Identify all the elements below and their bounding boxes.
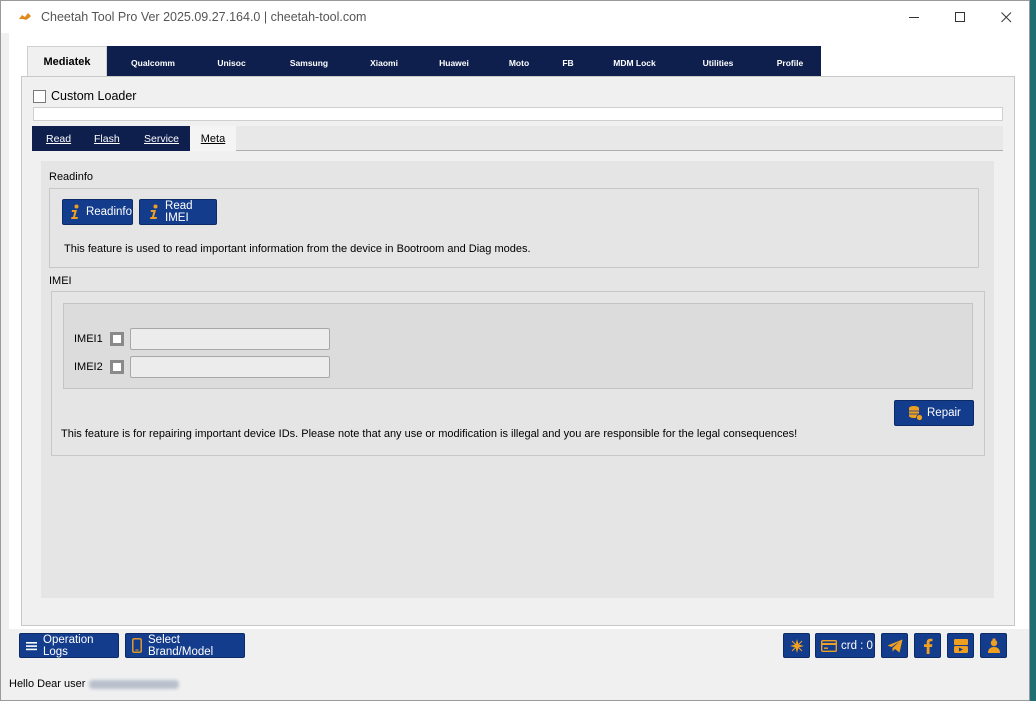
tab-mdm-lock[interactable]: MDM Lock — [592, 54, 677, 68]
imei-section-label: IMEI — [49, 275, 72, 287]
app-window: Cheetah Tool Pro Ver 2025.09.27.164.0 | … — [0, 0, 1030, 701]
read-imei-button-label: Read IMEI — [165, 200, 193, 224]
readinfo-button[interactable]: Readinfo — [62, 199, 133, 225]
imei2-input[interactable] — [130, 356, 330, 378]
brand-tabbar: Mediatek Qualcomm Unisoc Samsung Xiaomi … — [27, 46, 821, 76]
list-icon — [26, 641, 37, 651]
facebook-button[interactable] — [914, 633, 941, 658]
custom-loader-checkbox[interactable] — [33, 89, 46, 103]
credits-button[interactable]: crd : 0 — [815, 633, 875, 658]
maximize-button[interactable] — [937, 1, 983, 33]
tab-profile[interactable]: Profile — [759, 54, 821, 68]
bottom-toolbar: Operation Logs Select Brand/Model crd : … — [19, 633, 1009, 659]
readinfo-group: Readinfo Read IMEI This feature is used … — [49, 188, 979, 268]
imei1-label: IMEI1 — [74, 333, 103, 345]
minimize-icon — [908, 16, 919, 18]
cheetah-logo-icon — [17, 9, 33, 25]
readinfo-section-label: Readinfo — [49, 171, 94, 183]
tab-moto[interactable]: Moto — [494, 54, 544, 68]
credits-label: crd : 0 — [841, 639, 873, 652]
repair-button-label: Repair — [927, 407, 961, 419]
minimize-button[interactable] — [891, 1, 937, 33]
sub-tabbar: Read Flash Service Meta — [32, 126, 1003, 151]
tab-fb[interactable]: FB — [544, 54, 592, 68]
window-title: Cheetah Tool Pro Ver 2025.09.27.164.0 | … — [41, 10, 367, 24]
imei1-checkbox[interactable] — [110, 332, 124, 346]
repair-button[interactable]: Repair — [894, 400, 974, 426]
telegram-button[interactable] — [881, 633, 908, 658]
maximize-icon — [954, 11, 965, 22]
title-bar[interactable]: Cheetah Tool Pro Ver 2025.09.27.164.0 | … — [1, 1, 1029, 33]
read-imei-button[interactable]: Read IMEI — [139, 199, 217, 225]
support-agent-icon — [986, 638, 1002, 654]
tab-utilities[interactable]: Utilities — [677, 54, 759, 68]
status-greeting: Hello Dear user — [9, 678, 86, 690]
facebook-icon — [923, 638, 933, 654]
select-brand-model-label: Select Brand/Model — [148, 633, 214, 658]
custom-loader-label: Custom Loader — [51, 89, 137, 103]
tab-huawei[interactable]: Huawei — [414, 54, 494, 68]
main-area: Mediatek Qualcomm Unisoc Samsung Xiaomi … — [9, 33, 1029, 629]
imei-description: This feature is for repairing important … — [61, 428, 798, 440]
close-icon — [1000, 11, 1011, 22]
status-bar: Hello Dear user — [9, 678, 180, 690]
operation-logs-button[interactable]: Operation Logs — [19, 633, 119, 658]
support-agent-button[interactable] — [980, 633, 1007, 658]
credit-card-icon — [821, 639, 837, 652]
tab-xiaomi[interactable]: Xiaomi — [354, 54, 414, 68]
tab-flash[interactable]: Flash — [94, 133, 120, 145]
repair-coins-icon — [907, 405, 923, 421]
info-icon — [146, 204, 161, 220]
close-button[interactable] — [983, 1, 1029, 33]
mediatek-panel: Custom Loader Read Flash Service Meta Re… — [21, 76, 1015, 626]
phone-icon — [132, 638, 142, 653]
tab-samsung[interactable]: Samsung — [264, 54, 354, 68]
imei2-checkbox[interactable] — [110, 360, 124, 374]
tab-mediatek[interactable]: Mediatek — [27, 46, 107, 76]
imei-group: IMEI1 IMEI2 Repair This feature is for r… — [51, 291, 985, 456]
progress-bar — [33, 107, 1003, 121]
imei-fields-group: IMEI1 IMEI2 — [63, 303, 973, 389]
tab-read[interactable]: Read — [46, 133, 71, 145]
select-brand-model-button[interactable]: Select Brand/Model — [125, 633, 245, 658]
username-redacted — [89, 679, 180, 689]
imei1-input[interactable] — [130, 328, 330, 350]
youtube-button[interactable] — [947, 633, 974, 658]
imei2-label: IMEI2 — [74, 361, 103, 373]
operation-logs-label: Operation Logs — [43, 633, 94, 658]
youtube-icon — [953, 638, 969, 654]
imei1-row: IMEI1 — [74, 328, 330, 350]
readinfo-button-label: Readinfo — [85, 206, 132, 218]
sub-tabs-dark: Read Flash Service — [32, 126, 190, 151]
imei2-row: IMEI2 — [74, 356, 330, 378]
info-icon — [69, 204, 82, 220]
tab-meta[interactable]: Meta — [190, 126, 236, 151]
cheetah-button[interactable] — [783, 633, 810, 658]
tab-service[interactable]: Service — [144, 133, 179, 145]
meta-content: Readinfo Readinfo Read IMEI This feature… — [41, 161, 994, 598]
telegram-icon — [887, 639, 903, 653]
tab-qualcomm[interactable]: Qualcomm — [107, 54, 199, 68]
readinfo-description: This feature is used to read important i… — [64, 243, 531, 255]
tab-unisoc[interactable]: Unisoc — [199, 54, 264, 68]
brand-tabs-dark: Qualcomm Unisoc Samsung Xiaomi Huawei Mo… — [107, 46, 821, 76]
cheetah-star-icon — [789, 638, 805, 654]
custom-loader-option[interactable]: Custom Loader — [33, 89, 136, 103]
